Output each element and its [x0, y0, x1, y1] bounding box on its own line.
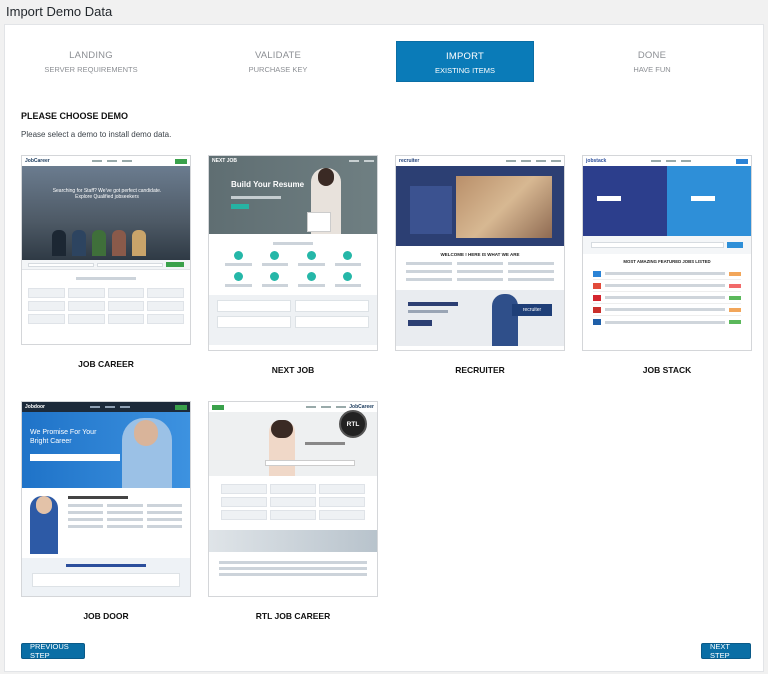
page-title: Import Demo Data [6, 4, 113, 19]
demo-name[interactable]: RECRUITER [395, 365, 565, 375]
demo-name[interactable]: NEXT JOB [208, 365, 378, 375]
section-title: PLEASE CHOOSE DEMO [21, 111, 129, 121]
demo-thumbnail[interactable]: jobstack MOST AMAZING FEATURED JOBS LIST… [582, 155, 752, 351]
mock-logo-badge: recruiter [512, 304, 552, 316]
import-panel: LANDING SERVER REQUIREMENTS VALIDATE PUR… [4, 24, 764, 672]
demo-card-job-door[interactable]: Jobdoor We Promise For Your Bright Caree… [21, 401, 191, 621]
step-import[interactable]: IMPORT EXISTING ITEMS [396, 41, 534, 82]
mock-nav: JobCareer [22, 156, 190, 166]
demo-name[interactable]: JOB CAREER [21, 359, 191, 369]
step-validate[interactable]: VALIDATE PURCHASE KEY [209, 41, 347, 82]
mock-headline: Searching for Staff? We've got perfect c… [52, 188, 162, 200]
step-subtitle: SERVER REQUIREMENTS [44, 65, 138, 74]
demo-thumbnail[interactable]: recruiter WELCOME ! HERE IS WHAT WE ARE … [395, 155, 565, 351]
step-title: DONE [637, 50, 667, 61]
step-title: LANDING [69, 50, 113, 61]
step-subtitle: PURCHASE KEY [248, 65, 308, 74]
mock-logo: jobstack [586, 158, 607, 164]
mock-hero [396, 166, 564, 246]
section-subtitle: Please select a demo to install demo dat… [21, 130, 172, 139]
demo-thumbnail[interactable]: JobCareer Searching for Staff? We've got… [21, 155, 191, 345]
mock-headline: We Promise For Your Bright Career [30, 429, 97, 445]
demo-card-next-job[interactable]: NEXT JOB Build Your Resume NEXT JOB [208, 155, 378, 375]
step-subtitle: EXISTING ITEMS [434, 66, 495, 75]
rtl-badge: RTL [339, 410, 367, 438]
demo-thumbnail[interactable]: NEXT JOB Build Your Resume [208, 155, 378, 351]
mock-logo: recruiter [399, 158, 420, 164]
step-title: VALIDATE [254, 50, 302, 61]
mock-hero [583, 166, 751, 236]
demo-name[interactable]: JOB DOOR [21, 611, 191, 621]
demo-thumbnail[interactable]: Jobdoor We Promise For Your Bright Caree… [21, 401, 191, 597]
mock-headline: Build Your Resume [231, 180, 305, 189]
step-title: IMPORT [446, 51, 484, 62]
mock-logo: Jobdoor [25, 404, 45, 410]
step-landing[interactable]: LANDING SERVER REQUIREMENTS [22, 41, 160, 82]
demo-card-job-stack[interactable]: jobstack MOST AMAZING FEATURED JOBS LIST… [582, 155, 752, 375]
mock-headline: MOST AMAZING FEATURED JOBS LISTED [623, 259, 711, 264]
demo-name[interactable]: RTL JOB CAREER [208, 611, 378, 621]
previous-step-button[interactable]: PREVIOUS STEP [21, 642, 85, 660]
step-done[interactable]: DONE HAVE FUN [583, 41, 721, 82]
wizard-steps: LANDING SERVER REQUIREMENTS VALIDATE PUR… [5, 41, 763, 83]
mock-logo: NEXT JOB [212, 157, 238, 164]
mock-logo: JobCareer [25, 158, 50, 164]
mock-hero: NEXT JOB Build Your Resume [209, 156, 377, 234]
mock-hero: We Promise For Your Bright Career [22, 412, 190, 488]
demo-card-job-career[interactable]: JobCareer Searching for Staff? We've got… [21, 155, 191, 369]
mock-hero: Searching for Staff? We've got perfect c… [22, 166, 190, 260]
demo-card-rtl-job-career[interactable]: JobCareer RTL RTL JOB CAREER [208, 401, 378, 621]
next-step-button[interactable]: NEXT STEP [701, 642, 751, 660]
demo-card-recruiter[interactable]: recruiter WELCOME ! HERE IS WHAT WE ARE … [395, 155, 565, 375]
step-subtitle: HAVE FUN [633, 65, 671, 74]
demo-name[interactable]: JOB STACK [582, 365, 752, 375]
demo-thumbnail[interactable]: JobCareer RTL [208, 401, 378, 597]
